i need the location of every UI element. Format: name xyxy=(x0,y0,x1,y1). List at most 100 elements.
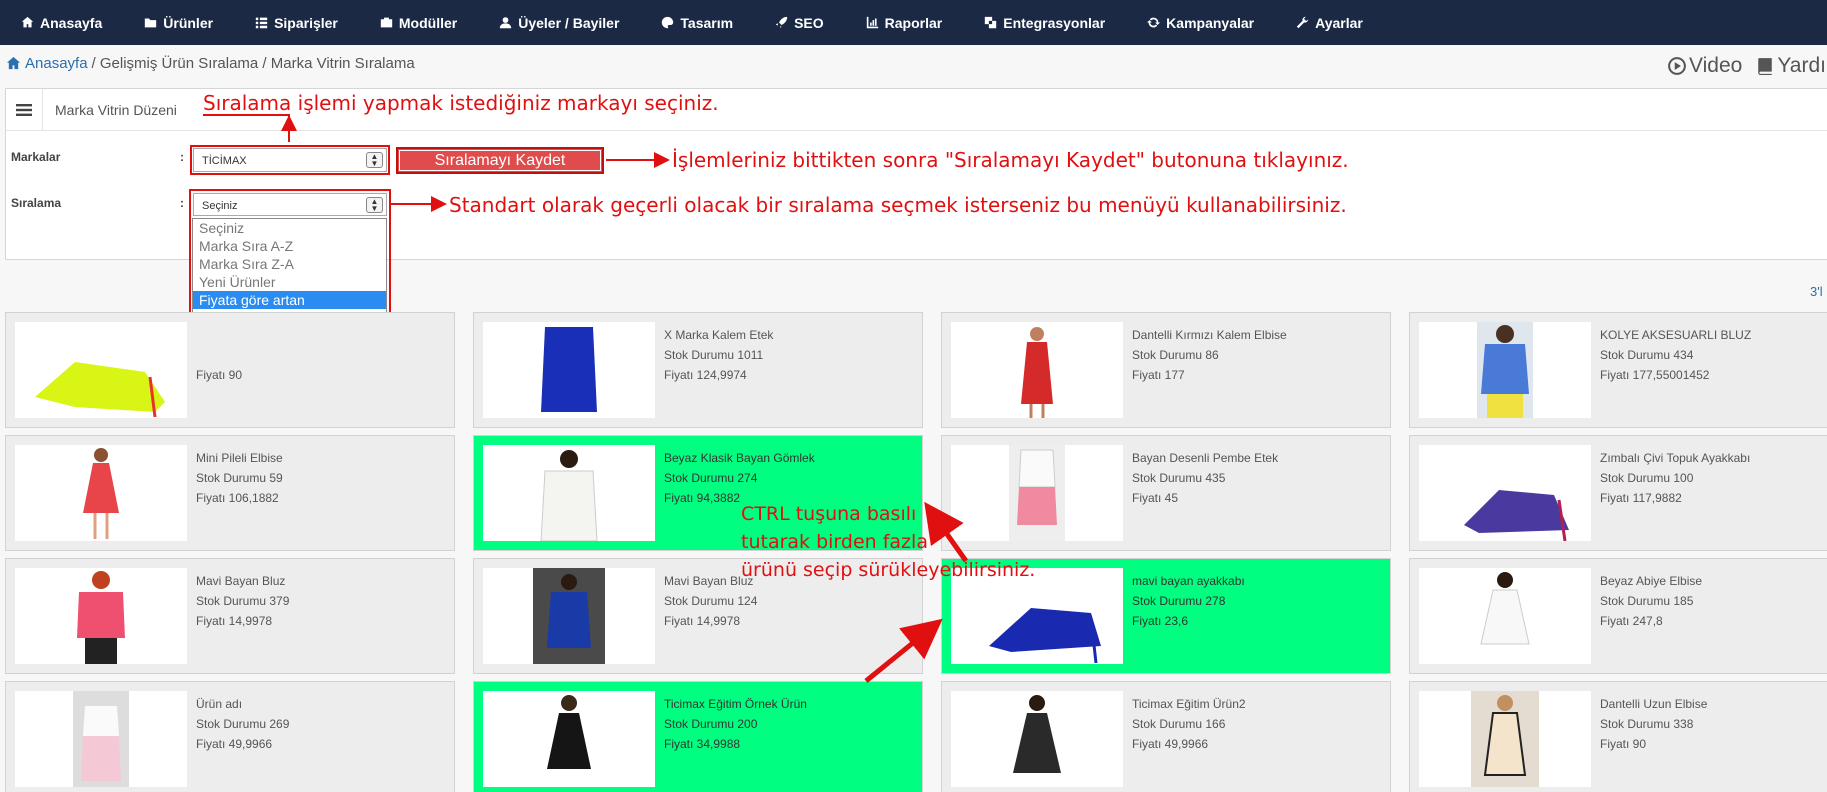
brand-colon: : xyxy=(180,150,184,164)
product-image xyxy=(483,568,655,664)
sort-option[interactable]: Marka Sıra A-Z xyxy=(193,237,386,255)
sort-option[interactable]: Yeni Ürünler xyxy=(193,273,386,291)
product-stock: Stok Durumu 1011 xyxy=(664,348,764,362)
product-price: Fiyatı 14,9978 xyxy=(196,614,273,628)
product-stock: Stok Durumu 166 xyxy=(1132,717,1226,731)
product-name: Zımbalı Çivi Topuk Ayakkabı xyxy=(1600,451,1751,465)
product-card[interactable]: Mavi Bayan Bluz Stok Durumu 379 Fiyatı 14,… xyxy=(5,558,455,674)
sort-select-value: Seçiniz xyxy=(202,200,238,212)
product-card[interactable]: Fiyatı 90 xyxy=(5,312,455,428)
product-image xyxy=(951,691,1123,787)
product-card[interactable]: Zımbalı Çivi Topuk Ayakkabı Stok Durumu 1… xyxy=(1409,435,1827,551)
product-card[interactable]: Dantelli Kırmızı Kalem Elbise Stok Durumu… xyxy=(941,312,1391,428)
hamburger-icon xyxy=(16,103,32,116)
wrench-icon xyxy=(1296,16,1309,29)
brand-select[interactable]: TİCİMAX ▲ ▼ xyxy=(193,148,387,172)
annotation-brand: Sıralama işlemi yapmak istediğiniz marka… xyxy=(203,91,719,115)
sort-option[interactable]: Marka Sıra Z-A xyxy=(193,255,386,273)
nav-item-siparisler[interactable]: Siparişler xyxy=(234,0,359,45)
product-card[interactable]: Dantelli Uzun Elbise Stok Durumu 338 Fiyat… xyxy=(1409,681,1827,792)
product-card[interactable]: KOLYE AKSESUARLI BLUZ Stok Durumu 434 Fiya… xyxy=(1409,312,1827,428)
product-price: Fiyatı 23,6 xyxy=(1132,614,1189,628)
menu-toggle-button[interactable] xyxy=(6,88,43,131)
product-stock: Stok Durumu 100 xyxy=(1600,471,1694,485)
nav-item-entegrasyonlar[interactable]: Entegrasyonlar xyxy=(963,0,1126,45)
product-name: Dantelli Kırmızı Kalem Elbise xyxy=(1132,328,1287,342)
product-image xyxy=(1419,445,1591,541)
product-price: Fiyatı 34,9988 xyxy=(664,737,741,751)
product-card[interactable]: Ticimax Eğitim Örnek Ürün Stok Durumu 200… xyxy=(473,681,923,792)
brand-label: Markalar xyxy=(11,150,61,164)
breadcrumb-path: / Gelişmiş Ürün Sıralama / Marka Vitrin … xyxy=(91,55,415,72)
annotation-ctrl-line: CTRL tuşuna basılı xyxy=(741,503,917,525)
nav-label: Anasayfa xyxy=(40,14,103,31)
product-name: Ticimax Eğitim Ürün2 xyxy=(1132,697,1246,711)
nav-item-seo[interactable]: SEO xyxy=(754,0,845,45)
rocket-icon xyxy=(775,16,788,29)
product-stock: Stok Durumu 278 xyxy=(1132,594,1226,608)
product-image xyxy=(1419,322,1591,418)
product-card[interactable]: Ürün adı Stok Durumu 269 Fiyatı 49,9966 xyxy=(5,681,455,792)
refresh-icon xyxy=(1147,17,1161,28)
product-price: Fiyatı 177,55001452 xyxy=(1600,368,1710,382)
product-info: Dantelli Kırmızı Kalem Elbise Stok Durumu… xyxy=(1132,325,1287,385)
nav-item-anasayfa[interactable]: Anasayfa xyxy=(0,0,123,45)
product-card[interactable]: X Marka Kalem Etek Stok Durumu 1011 Fiyatı… xyxy=(473,312,923,428)
product-price: Fiyatı 45 xyxy=(1132,491,1179,505)
annotation-ctrl-line: ürünü seçip sürükleyebilirsiniz. xyxy=(741,559,1036,581)
book-icon xyxy=(1758,58,1773,75)
product-info: Zımbalı Çivi Topuk Ayakkabı Stok Durumu 1… xyxy=(1600,448,1750,508)
video-link[interactable]: Video xyxy=(1668,54,1742,78)
nav-label: Entegrasyonlar xyxy=(1003,14,1106,31)
sort-option[interactable]: Fiyata göre artan xyxy=(193,291,386,309)
product-info: Beyaz Klasik Bayan Gömlek Stok Durumu 274… xyxy=(664,448,815,508)
sort-select[interactable]: Seçiniz ▲ ▼ xyxy=(193,193,387,216)
product-card[interactable]: Mini Pileli Elbise Stok Durumu 59 Fiyatı 1… xyxy=(5,435,455,551)
product-stock: Stok Durumu 434 xyxy=(1600,348,1694,362)
video-label: Video xyxy=(1689,54,1743,77)
product-name: Dantelli Uzun Elbise xyxy=(1600,697,1708,711)
product-image xyxy=(483,691,655,787)
nav-item-kampanyalar[interactable]: Kampanyalar xyxy=(1126,0,1275,45)
product-price: Fiyatı 124,9974 xyxy=(664,368,747,382)
integration-icon xyxy=(985,16,997,29)
nav-item-tasarim[interactable]: Tasarım xyxy=(640,0,754,45)
product-name: Beyaz Abiye Elbise xyxy=(1600,574,1703,588)
folder-icon xyxy=(145,18,157,28)
product-price: Fiyatı 90 xyxy=(196,368,243,382)
product-info: Bayan Desenli Pembe Etek Stok Durumu 435 F… xyxy=(1132,448,1278,508)
product-image xyxy=(1419,568,1591,664)
annotation-save: İşlemleriniz bittikten sonra "Sıralamayı… xyxy=(672,148,1349,172)
user-icon xyxy=(500,17,512,29)
nav-item-raporlar[interactable]: Raporlar xyxy=(845,0,964,45)
product-card[interactable]: Beyaz Abiye Elbise Stok Durumu 185 Fiyatı … xyxy=(1409,558,1827,674)
product-info: Mavi Bayan Bluz Stok Durumu 379 Fiyatı 14,… xyxy=(196,571,289,631)
product-name: Bayan Desenli Pembe Etek xyxy=(1132,451,1279,465)
nav-label: Ayarlar xyxy=(1315,14,1363,31)
product-price: Fiyatı 177 xyxy=(1132,368,1185,382)
product-price: Fiyatı 117,9882 xyxy=(1600,491,1682,505)
nav-item-ayarlar[interactable]: Ayarlar xyxy=(1275,0,1384,45)
palette-icon xyxy=(662,16,674,29)
product-stock: Stok Durumu 435 xyxy=(1132,471,1226,485)
product-price: Fiyatı 14,9978 xyxy=(664,614,741,628)
save-order-button[interactable]: Sıralamayı Kaydet xyxy=(396,147,604,174)
product-info: Mini Pileli Elbise Stok Durumu 59 Fiyatı 1… xyxy=(196,448,283,508)
nav-item-moduller[interactable]: Modüller xyxy=(359,0,478,45)
product-card[interactable]: Ticimax Eğitim Ürün2 Stok Durumu 166 Fiyat… xyxy=(941,681,1391,792)
product-info: Dantelli Uzun Elbise Stok Durumu 338 Fiyat… xyxy=(1600,694,1707,754)
product-stock: Stok Durumu 269 xyxy=(196,717,290,731)
product-name: X Marka Kalem Etek xyxy=(664,328,774,342)
nav-item-uyeler[interactable]: Üyeler / Bayiler xyxy=(478,0,640,45)
product-image xyxy=(951,322,1123,418)
panel-title: Marka Vitrin Düzeni xyxy=(55,101,177,118)
product-price: Fiyatı 49,9966 xyxy=(196,737,273,751)
product-info: X Marka Kalem Etek Stok Durumu 1011 Fiyatı… xyxy=(664,325,773,385)
help-link[interactable]: Yardı xyxy=(1756,54,1826,78)
nav-item-urunler[interactable]: Ürünler xyxy=(123,0,234,45)
play-circle-icon xyxy=(1668,57,1686,75)
breadcrumb-home-link[interactable]: Anasayfa xyxy=(25,55,88,72)
annotation-ctrl: CTRL tuşuna basılı tutarak birden fazla … xyxy=(741,500,1035,584)
product-price: Fiyatı 90 xyxy=(1600,737,1647,751)
sort-option[interactable]: Seçiniz xyxy=(193,219,386,237)
